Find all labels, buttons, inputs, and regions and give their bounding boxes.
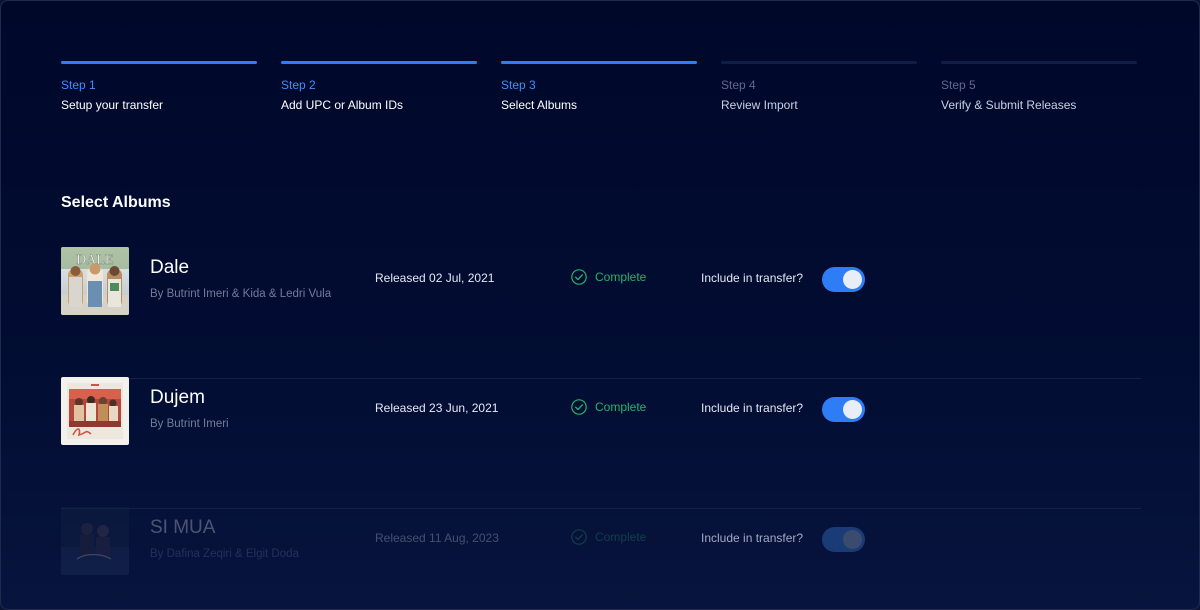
progress-stepper: Step 1 Setup your transfer Step 2 Add UP… [61, 61, 1141, 121]
include-transfer-toggle[interactable] [822, 267, 865, 292]
album-cover-art [61, 507, 129, 575]
step-3-progress-bar [501, 61, 697, 64]
toggle-knob [843, 400, 862, 419]
album-artist: By Butrint Imeri & Kida & Ledri Vula [150, 288, 332, 300]
check-circle-icon [571, 529, 587, 545]
check-circle-icon [571, 399, 587, 415]
step-4-number: Step 4 [721, 78, 756, 92]
include-transfer-toggle[interactable] [822, 527, 865, 552]
status-indicator: Complete [571, 268, 646, 286]
album-title: Dujem [150, 387, 205, 408]
album-cover-art [61, 377, 129, 445]
step-4-title: Review Import [721, 98, 798, 112]
status-indicator: Complete [571, 398, 646, 416]
step-4[interactable]: Step 4 Review Import [721, 61, 917, 112]
album-row: Dujem By Butrint Imeri Released 23 Jun, … [61, 377, 1141, 509]
status-label: Complete [595, 270, 647, 284]
step-2[interactable]: Step 2 Add UPC or Album IDs [281, 61, 477, 112]
step-3-title: Select Albums [501, 98, 578, 112]
release-date: Released 02 Jul, 2021 [375, 271, 495, 285]
status-indicator: Complete [571, 528, 646, 546]
album-title: SI MUA [150, 517, 216, 538]
album-artist: By Butrint Imeri [150, 418, 229, 430]
status-label: Complete [595, 400, 647, 414]
step-1-title: Setup your transfer [61, 98, 164, 112]
album-artist: By Dafina Zeqiri & Elgit Doda [150, 548, 299, 560]
check-circle-icon [571, 269, 587, 285]
toggle-knob [843, 270, 862, 289]
step-4-progress-bar [721, 61, 917, 64]
album-cover [61, 377, 129, 445]
section-title: Select Albums [61, 194, 171, 211]
step-1[interactable]: Step 1 Setup your transfer [61, 61, 257, 112]
release-date: Released 23 Jun, 2021 [375, 401, 499, 415]
album-cover: DALE [61, 247, 129, 315]
album-row: SI MUA By Dafina Zeqiri & Elgit Doda Rel… [61, 507, 1141, 607]
include-transfer-label: Include in transfer? [701, 401, 804, 415]
step-1-progress-bar [61, 61, 257, 64]
step-3-number: Step 3 [501, 78, 536, 92]
import-wizard-panel: Step 1 Setup your transfer Step 2 Add UP… [0, 0, 1200, 610]
album-row: DALE Dale By Butrint Imeri & Kida & Ledr… [61, 247, 1141, 379]
step-2-number: Step 2 [281, 78, 316, 92]
album-cover [61, 507, 129, 575]
step-2-title: Add UPC or Album IDs [281, 98, 404, 112]
step-2-progress-bar [281, 61, 477, 64]
step-5[interactable]: Step 5 Verify & Submit Releases [941, 61, 1137, 112]
status-label: Complete [595, 530, 647, 544]
album-title: Dale [150, 257, 190, 278]
step-5-title: Verify & Submit Releases [941, 98, 1077, 112]
step-1-number: Step 1 [61, 78, 96, 92]
release-date: Released 11 Aug, 2023 [375, 531, 499, 545]
include-transfer-label: Include in transfer? [701, 531, 804, 545]
step-5-number: Step 5 [941, 78, 976, 92]
include-transfer-toggle[interactable] [822, 397, 865, 422]
step-5-progress-bar [941, 61, 1137, 64]
album-cover-art: DALE [61, 247, 129, 315]
include-transfer-label: Include in transfer? [701, 271, 804, 285]
toggle-knob [843, 530, 862, 549]
step-3[interactable]: Step 3 Select Albums [501, 61, 697, 112]
